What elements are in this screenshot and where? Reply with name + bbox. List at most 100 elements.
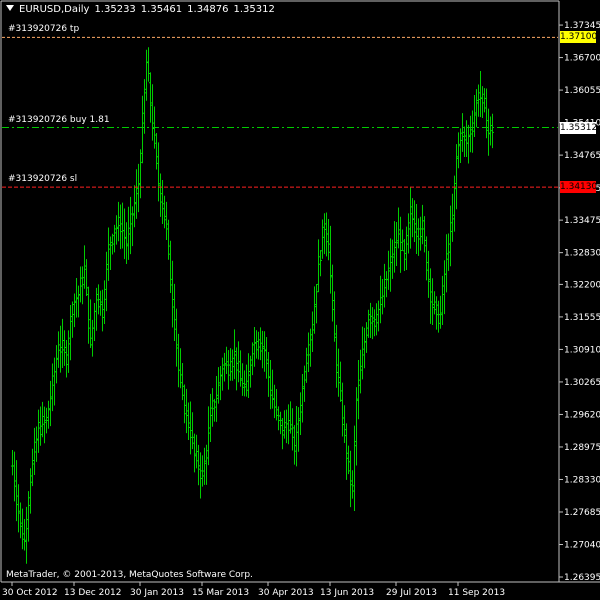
ohlc-bar xyxy=(129,196,132,255)
ohlc-bar xyxy=(53,357,56,406)
ohlc-bar xyxy=(319,250,322,277)
ohlc-bar xyxy=(157,142,160,202)
ohlc-bar xyxy=(117,201,120,242)
ohlc-bar xyxy=(445,234,448,293)
x-tick-label: 30 Oct 2012 xyxy=(2,588,58,598)
ohlc-bar xyxy=(251,342,254,376)
ohlc-bar xyxy=(387,250,390,290)
ohlc-bar xyxy=(109,236,112,270)
ohlc-bar xyxy=(491,113,494,149)
ohlc-bar xyxy=(377,300,380,332)
ohlc-bar xyxy=(485,88,488,139)
ohlc-bar xyxy=(411,198,414,238)
ohlc-bar xyxy=(215,376,218,422)
ohlc-bar xyxy=(421,204,424,245)
ohlc-bar xyxy=(187,402,190,440)
ohlc-bar xyxy=(267,352,270,397)
ohlc-bar xyxy=(291,408,294,451)
ohlc-bar xyxy=(413,200,416,243)
ohlc-bar xyxy=(165,201,168,241)
ohlc-bar xyxy=(169,240,172,293)
ohlc-bar xyxy=(199,452,202,499)
ohlc-bar xyxy=(323,213,326,255)
ohlc-bar xyxy=(383,263,386,308)
x-tick-label: 11 Sep 2013 xyxy=(448,588,505,598)
ohlc-bar xyxy=(159,173,162,217)
ohlc-bar xyxy=(451,193,454,242)
ohlc-bar xyxy=(265,336,268,379)
take-profit-label[interactable]: #313920726 tp xyxy=(8,24,79,34)
ohlc-high: 1.35461 xyxy=(140,4,183,15)
ohlc-bar xyxy=(69,304,72,361)
ohlc-bar xyxy=(185,388,188,434)
ohlc-bar xyxy=(471,110,474,153)
ohlc-bar xyxy=(49,380,52,427)
ohlc-bar xyxy=(447,233,450,271)
dropdown-triangle-icon[interactable] xyxy=(6,5,14,11)
ohlc-bar xyxy=(435,296,438,330)
ohlc-bar xyxy=(367,309,370,338)
ohlc-bar xyxy=(15,460,18,522)
ohlc-bar xyxy=(231,349,234,381)
ohlc-bar xyxy=(255,330,258,359)
x-tick-label: 13 Dec 2012 xyxy=(64,588,122,598)
ohlc-bar xyxy=(47,400,50,429)
ohlc-bar xyxy=(263,331,266,372)
ohlc-bar xyxy=(229,348,232,381)
ohlc-bar xyxy=(59,325,62,373)
ohlc-bar xyxy=(243,370,246,397)
ohlc-bar xyxy=(299,392,302,436)
ohlc-bar xyxy=(307,332,310,372)
ohlc-bar xyxy=(257,331,260,360)
ohlc-bar xyxy=(37,409,40,453)
y-tick-label: 1.36700 xyxy=(564,54,600,64)
stop-loss-label[interactable]: #313920726 sl xyxy=(8,174,77,184)
ohlc-bar xyxy=(29,468,32,514)
y-tick-label: 1.30910 xyxy=(564,345,600,355)
ohlc-bar xyxy=(295,406,298,467)
ohlc-bar xyxy=(443,260,446,315)
ohlc-bar xyxy=(331,264,334,322)
ohlc-bar xyxy=(409,187,412,249)
ohlc-bar xyxy=(151,84,154,141)
ohlc-bar xyxy=(31,448,34,487)
ohlc-bar xyxy=(271,369,274,409)
ohlc-bar xyxy=(57,331,60,368)
ohlc-open: 1.35233 xyxy=(94,4,136,15)
ohlc-bar xyxy=(197,444,200,486)
ohlc-bar xyxy=(253,327,256,367)
ohlc-bar xyxy=(83,245,86,289)
ohlc-bar xyxy=(93,302,96,342)
ohlc-bar xyxy=(21,508,24,550)
ohlc-bar xyxy=(457,132,460,169)
ohlc-bar xyxy=(123,208,126,260)
ohlc-bar xyxy=(163,195,166,229)
buy-order-label[interactable]: #313920726 buy 1.81 xyxy=(8,115,110,125)
ohlc-bar xyxy=(33,427,36,476)
stop-loss-price-tag: 1.34130 xyxy=(560,181,598,194)
ohlc-bar xyxy=(389,238,392,292)
ohlc-bar xyxy=(363,327,366,369)
ohlc-close: 1.35312 xyxy=(233,4,275,15)
ohlc-bar xyxy=(347,445,350,475)
ohlc-bar xyxy=(297,407,300,452)
ohlc-bar xyxy=(79,266,82,303)
ohlc-bar xyxy=(55,345,58,384)
ohlc-bar xyxy=(317,239,320,293)
ohlc-bar xyxy=(145,49,148,101)
ohlc-bar xyxy=(77,285,80,318)
ohlc-bar xyxy=(333,291,336,342)
ohlc-bar xyxy=(127,206,130,260)
ohlc-bar xyxy=(125,222,128,264)
ohlc-bar xyxy=(427,250,430,298)
take-profit-price-tag: 1.37100 xyxy=(560,31,598,44)
ohlc-bar xyxy=(433,291,436,315)
ohlc-bar xyxy=(85,259,88,296)
ohlc-bar xyxy=(201,455,204,487)
ohlc-bar xyxy=(25,506,28,564)
ohlc-bar xyxy=(305,347,308,383)
ohlc-bar xyxy=(395,222,398,266)
ohlc-bar xyxy=(487,108,490,156)
ohlc-bar xyxy=(225,346,228,375)
ohlc-bar xyxy=(71,301,74,338)
